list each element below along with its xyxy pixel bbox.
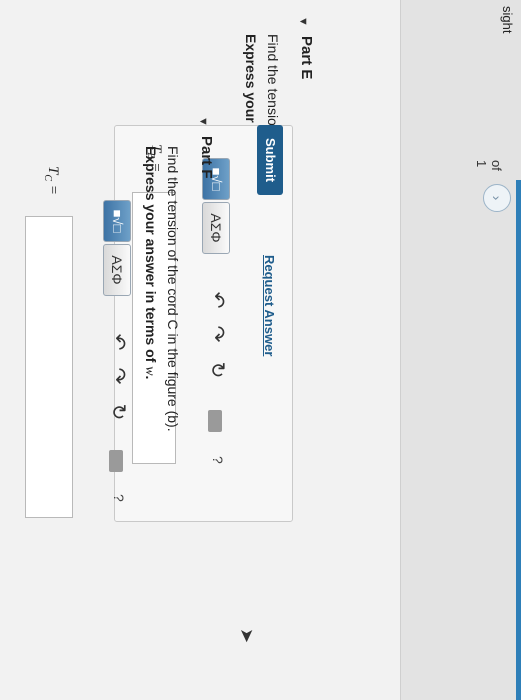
undo-icon[interactable]: ↶ (106, 330, 131, 354)
redo-icon[interactable]: ↷ (205, 322, 230, 346)
reset-icon[interactable]: ↻ (205, 358, 230, 382)
mouse-cursor: ➤ (237, 628, 257, 644)
assignment-page: sight of 1 › ▼ Part E Find the tension o… (0, 0, 521, 700)
request-answer-link[interactable]: Request Answer (262, 255, 277, 356)
help-icon[interactable]: ? (210, 456, 226, 464)
greek-letters-button[interactable]: ΑΣΦ (103, 244, 131, 296)
part-f-instruction: Express your answer in terms of w. (142, 146, 159, 380)
keyboard-icon[interactable] (208, 410, 222, 432)
submit-button[interactable]: Submit (257, 125, 283, 195)
part-f-prompt: Find the tension of the cord C in the fi… (165, 146, 181, 432)
sidebar: sight of 1 › (401, 0, 521, 700)
progress-bar (516, 180, 521, 700)
part-f-answer-area: ■√□ ΑΣΦ ↶ ↷ ↻ ? TC = (6, 166, 131, 530)
keyboard-icon[interactable] (109, 450, 123, 472)
part-f-variable: w (142, 366, 157, 376)
next-item-button[interactable]: › (483, 184, 511, 212)
help-icon[interactable]: ? (111, 494, 127, 502)
pager-text: of 1 (474, 160, 504, 171)
part-e-title[interactable]: Part E (298, 36, 315, 79)
undo-icon[interactable]: ↶ (205, 288, 230, 312)
sidebar-title: sight (500, 6, 515, 34)
part-f-answer-input[interactable] (25, 216, 73, 518)
greek-letters-button[interactable]: ΑΣΦ (202, 202, 230, 254)
chevron-right-icon: › (489, 195, 505, 201)
part-e-toggle-icon[interactable]: ▼ (297, 16, 309, 27)
part-f-title[interactable]: Part F (198, 136, 215, 179)
part-f-toggle-icon[interactable]: ▼ (197, 116, 209, 127)
redo-icon[interactable]: ↷ (106, 364, 131, 388)
templates-button[interactable]: ■√□ (103, 200, 131, 242)
part-f-label: TC = (42, 166, 61, 195)
reset-icon[interactable]: ↻ (106, 400, 131, 424)
divider (400, 0, 401, 700)
